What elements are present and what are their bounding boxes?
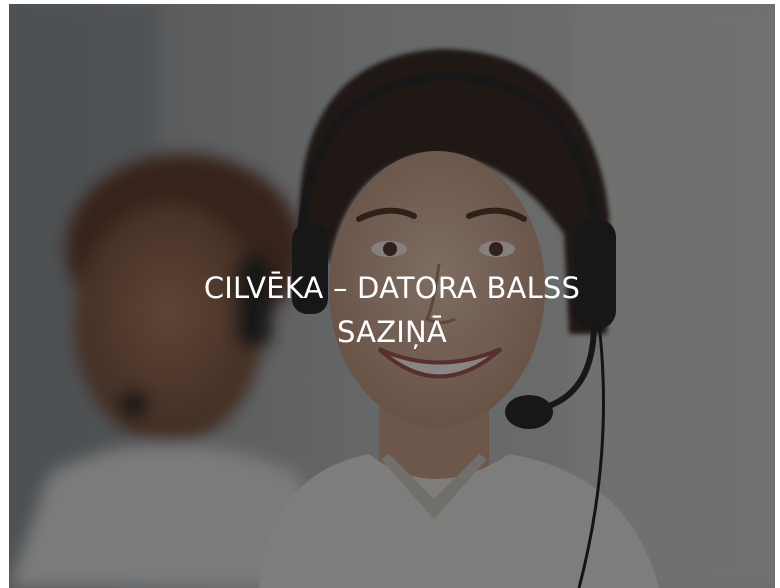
slide: CILVĒKA – DATORA BALSS SAZIŅĀ xyxy=(9,4,775,588)
slide-title-line-1: CILVĒKA – DATORA BALSS xyxy=(203,271,581,305)
slide-title-line-2: SAZIŅĀ xyxy=(337,315,447,349)
slide-title: CILVĒKA – DATORA BALSS SAZIŅĀ xyxy=(9,266,775,354)
